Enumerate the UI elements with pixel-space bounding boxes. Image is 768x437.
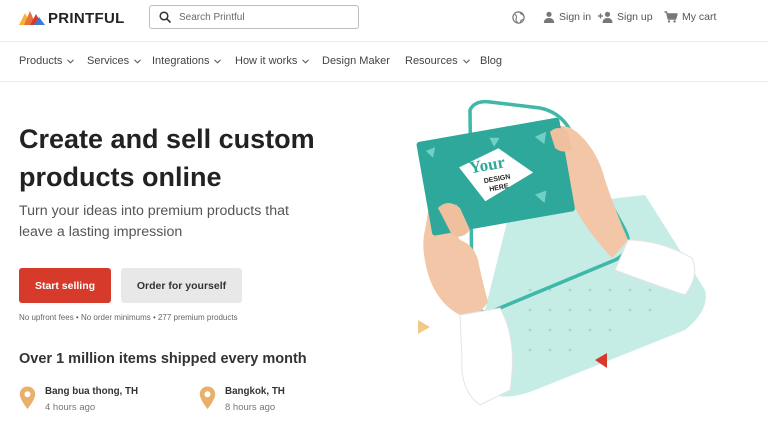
sign-up-link[interactable]: Sign up [598, 9, 653, 25]
map-pin-icon [19, 386, 36, 409]
printful-logo[interactable]: PRINTFUL [19, 9, 125, 27]
nav-item-label: Blog [480, 55, 503, 67]
cart-icon [664, 11, 678, 23]
left-sleeve-shape [459, 307, 513, 406]
sign-in-label: Sign in [559, 11, 592, 23]
main-nav: Products Services Integrations How it wo… [0, 42, 768, 82]
hero-subtitle: Turn your ideas into premium products th… [19, 203, 289, 240]
user-plus-icon [598, 11, 613, 23]
printful-logo-icon [19, 11, 45, 25]
map-pin-icon [199, 386, 216, 409]
hero-illustration: Your DESIGN HERE [416, 99, 706, 406]
order-for-yourself-button[interactable]: Order for yourself [121, 268, 242, 303]
nav-item-label: How it works [235, 55, 298, 67]
chevron-down-icon [134, 58, 142, 64]
sign-in-link[interactable]: Sign in [543, 9, 591, 25]
nav-item-label: Resources [405, 55, 458, 67]
search-icon [159, 11, 171, 23]
shipment-city: Bangkok, TH [225, 386, 285, 397]
hero-fineprint: No upfront fees • No order minimums • 27… [19, 313, 238, 322]
nav-item-label: Products [19, 55, 63, 67]
shipment-item: Bangkok, TH 8 hours ago [199, 385, 285, 415]
nav-item-label: Integrations [152, 55, 210, 67]
nav-item-integrations[interactable]: Integrations [152, 55, 222, 67]
search-box[interactable] [149, 5, 359, 29]
brand-name: PRINTFUL [48, 9, 125, 27]
shipped-heading: Over 1 million items shipped every month [19, 351, 307, 367]
shipment-time: 8 hours ago [225, 402, 276, 413]
nav-item-products[interactable]: Products [19, 55, 75, 67]
language-button[interactable] [512, 9, 525, 25]
cart-link[interactable]: My cart [664, 9, 716, 25]
yellow-triangle-shape [418, 320, 430, 334]
hero-title: Create and sell custom products online [19, 124, 315, 192]
shipment-time: 4 hours ago [45, 402, 96, 413]
nav-item-how-it-works[interactable]: How it works [235, 55, 310, 67]
shipment-item: Bang bua thong, TH 4 hours ago [19, 385, 138, 415]
chevron-down-icon [214, 58, 222, 64]
nav-item-design-maker[interactable]: Design Maker [322, 55, 390, 67]
nav-item-label: Design Maker [322, 55, 390, 67]
chevron-down-icon [302, 58, 310, 64]
nav-item-label: Services [87, 55, 130, 67]
search-input[interactable] [179, 11, 349, 23]
chevron-down-icon [67, 58, 75, 64]
top-header: PRINTFUL Sign in Sign up [0, 0, 768, 42]
start-selling-button[interactable]: Start selling [19, 268, 111, 303]
sign-up-label: Sign up [617, 11, 653, 23]
nav-item-resources[interactable]: Resources [405, 55, 470, 67]
user-icon [543, 11, 555, 23]
nav-item-services[interactable]: Services [87, 55, 142, 67]
globe-icon [512, 10, 525, 24]
nav-item-blog[interactable]: Blog [480, 55, 502, 67]
shipment-city: Bang bua thong, TH [45, 386, 139, 397]
cart-label: My cart [682, 11, 717, 23]
chevron-down-icon [462, 58, 470, 64]
